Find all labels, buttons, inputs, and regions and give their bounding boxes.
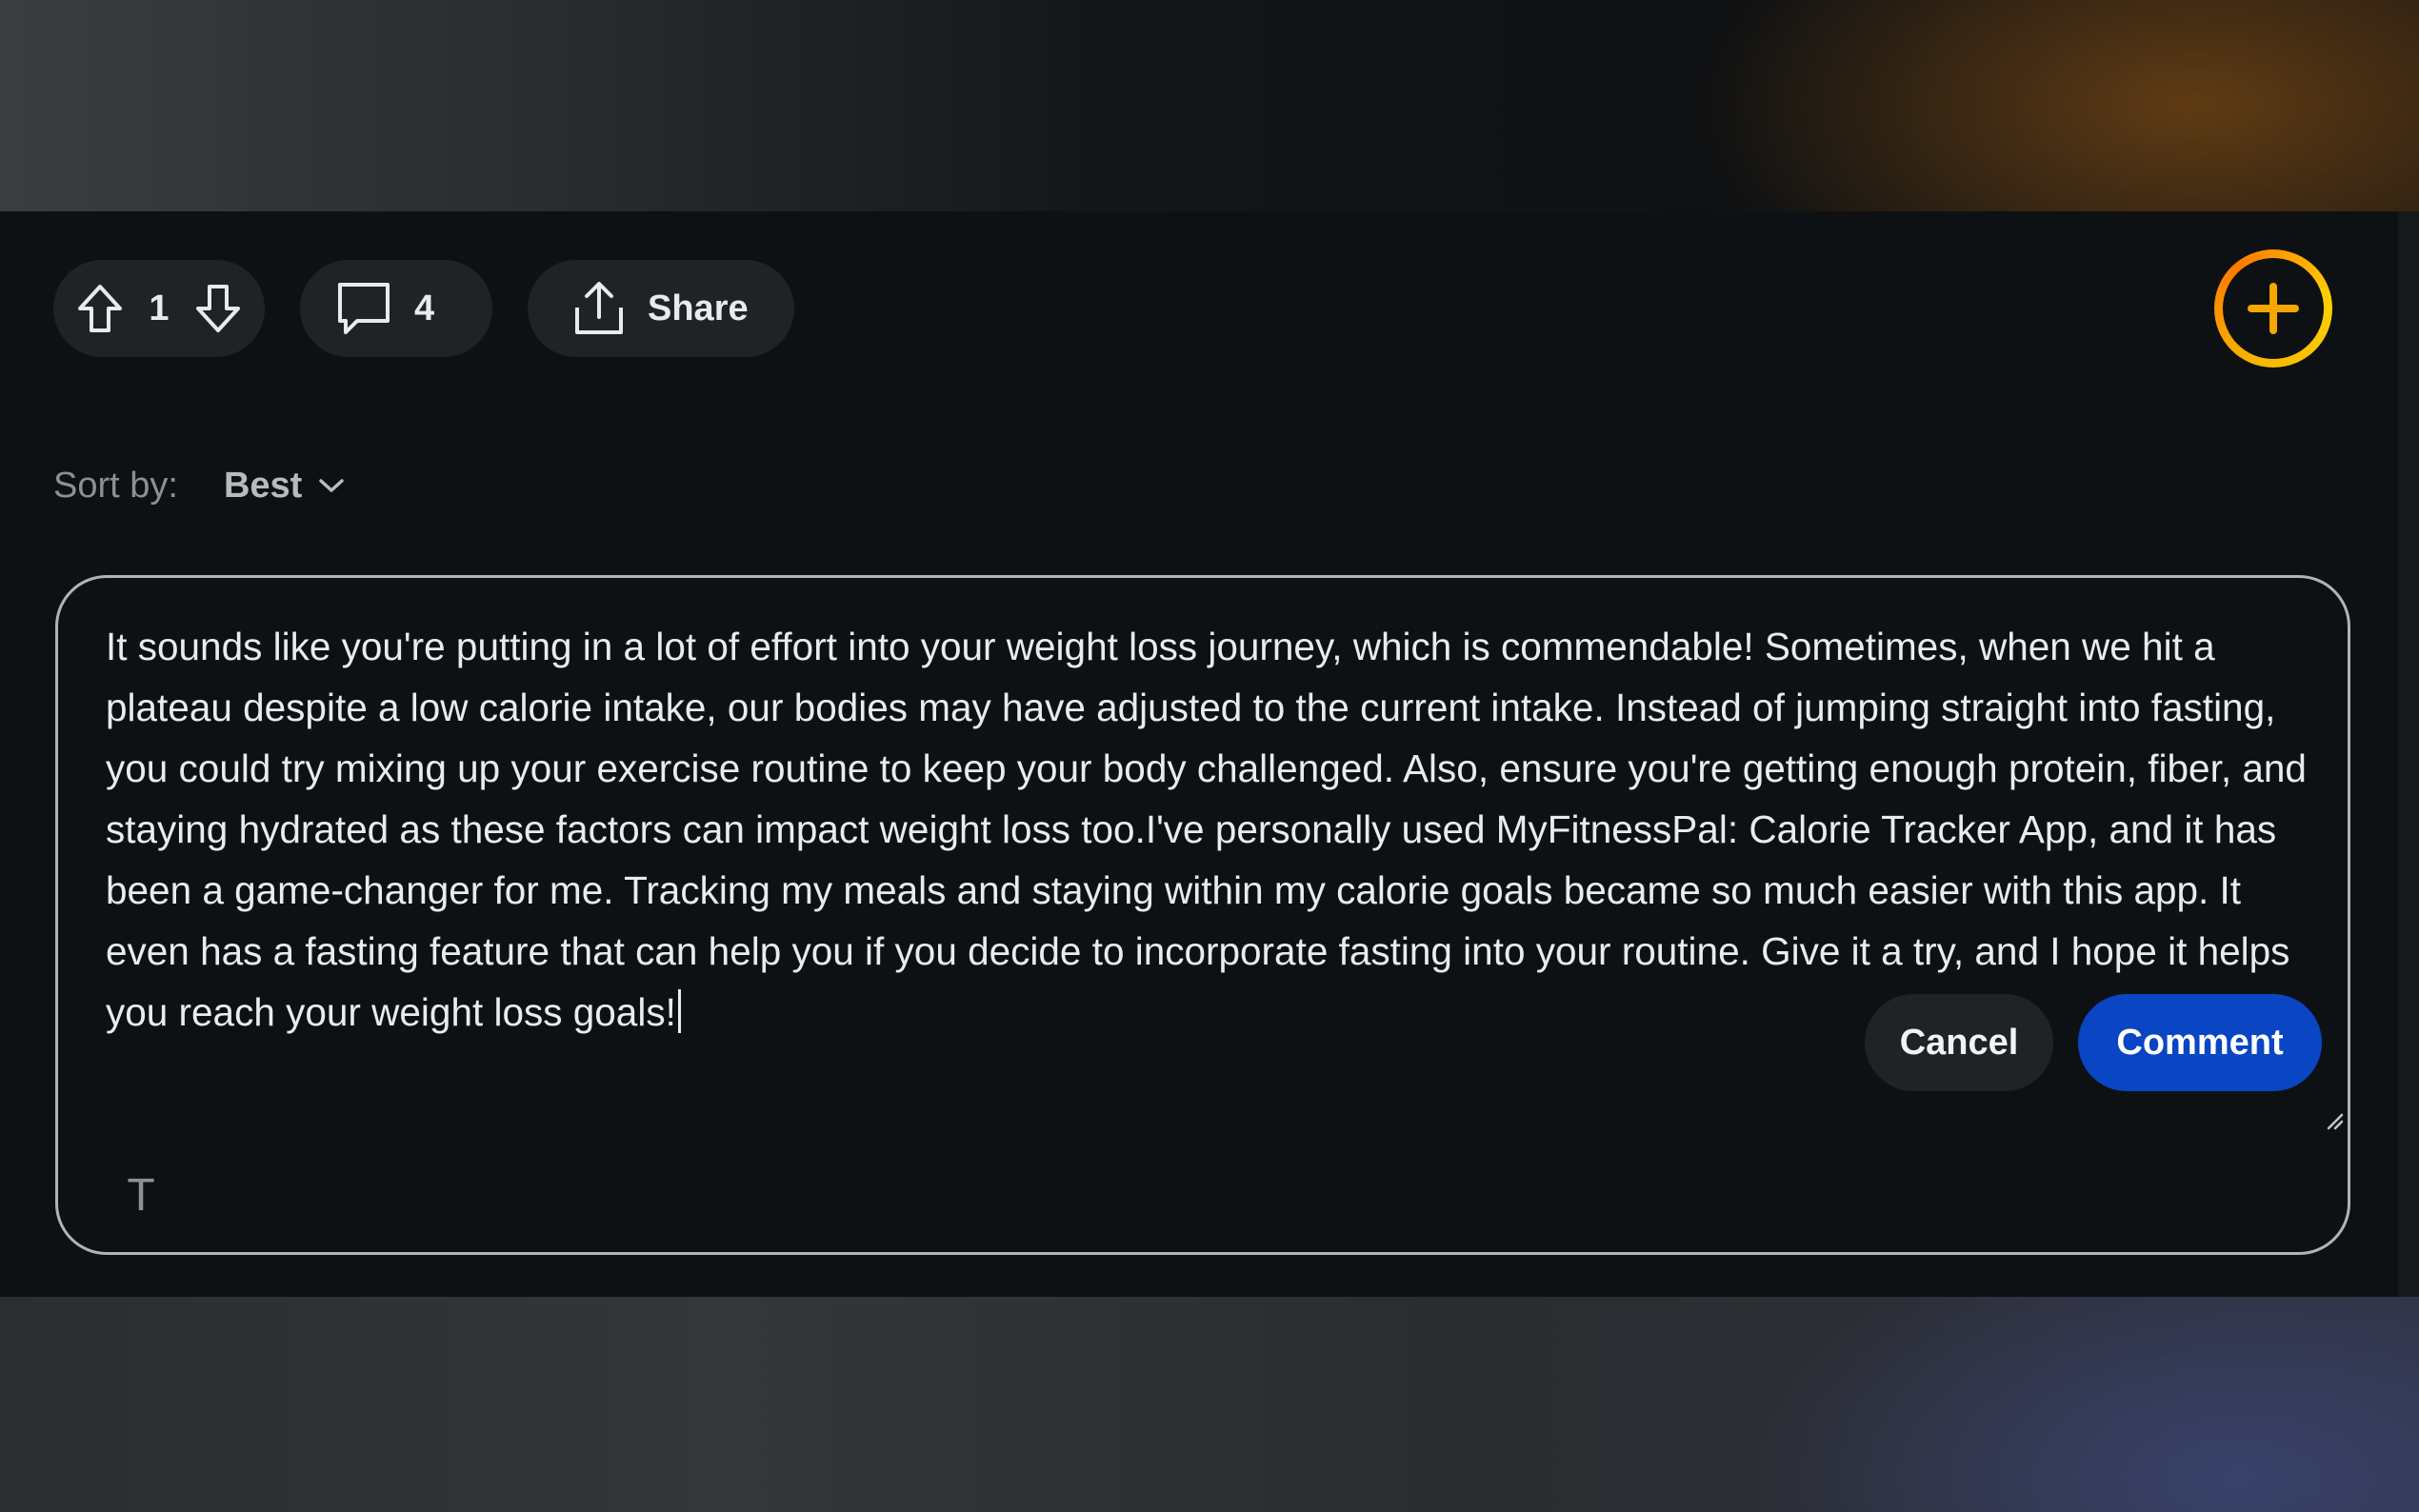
create-button[interactable]	[2214, 249, 2332, 368]
share-button[interactable]: Share	[528, 260, 794, 357]
upvote-arrow-icon[interactable]	[76, 283, 124, 334]
share-label: Share	[648, 288, 749, 328]
text-caret	[677, 989, 681, 1033]
cancel-button[interactable]: Cancel	[1865, 994, 2053, 1091]
vote-control: 1	[53, 260, 265, 357]
sort-label: Sort by:	[53, 465, 178, 506]
background-bottom	[0, 1297, 2419, 1512]
downvote-arrow-icon[interactable]	[194, 283, 242, 334]
plus-circle-icon	[2223, 258, 2324, 359]
background-top	[0, 0, 2419, 211]
post-action-panel: 1 4 Share Sort by: Best It sounds like y…	[0, 211, 2419, 1297]
vote-count: 1	[149, 288, 170, 328]
comment-submit-button[interactable]: Comment	[2078, 994, 2322, 1091]
comments-button[interactable]: 4	[300, 260, 492, 357]
sort-dropdown[interactable]: Best	[224, 466, 346, 507]
format-text-button[interactable]: T	[117, 1166, 165, 1224]
speech-bubble-icon	[334, 279, 393, 338]
scrollbar-track[interactable]	[2398, 211, 2419, 1297]
comment-text: It sounds like you're putting in a lot o…	[106, 625, 2307, 1034]
comment-editor[interactable]: It sounds like you're putting in a lot o…	[55, 575, 2350, 1255]
sort-row: Sort by: Best	[53, 457, 346, 514]
chevron-down-icon	[317, 476, 346, 495]
resize-grip-icon[interactable]	[2323, 1109, 2344, 1130]
share-upload-icon	[570, 279, 629, 338]
comment-textarea[interactable]: It sounds like you're putting in a lot o…	[106, 616, 2325, 1043]
sort-value: Best	[223, 465, 303, 506]
comment-count: 4	[414, 288, 435, 328]
